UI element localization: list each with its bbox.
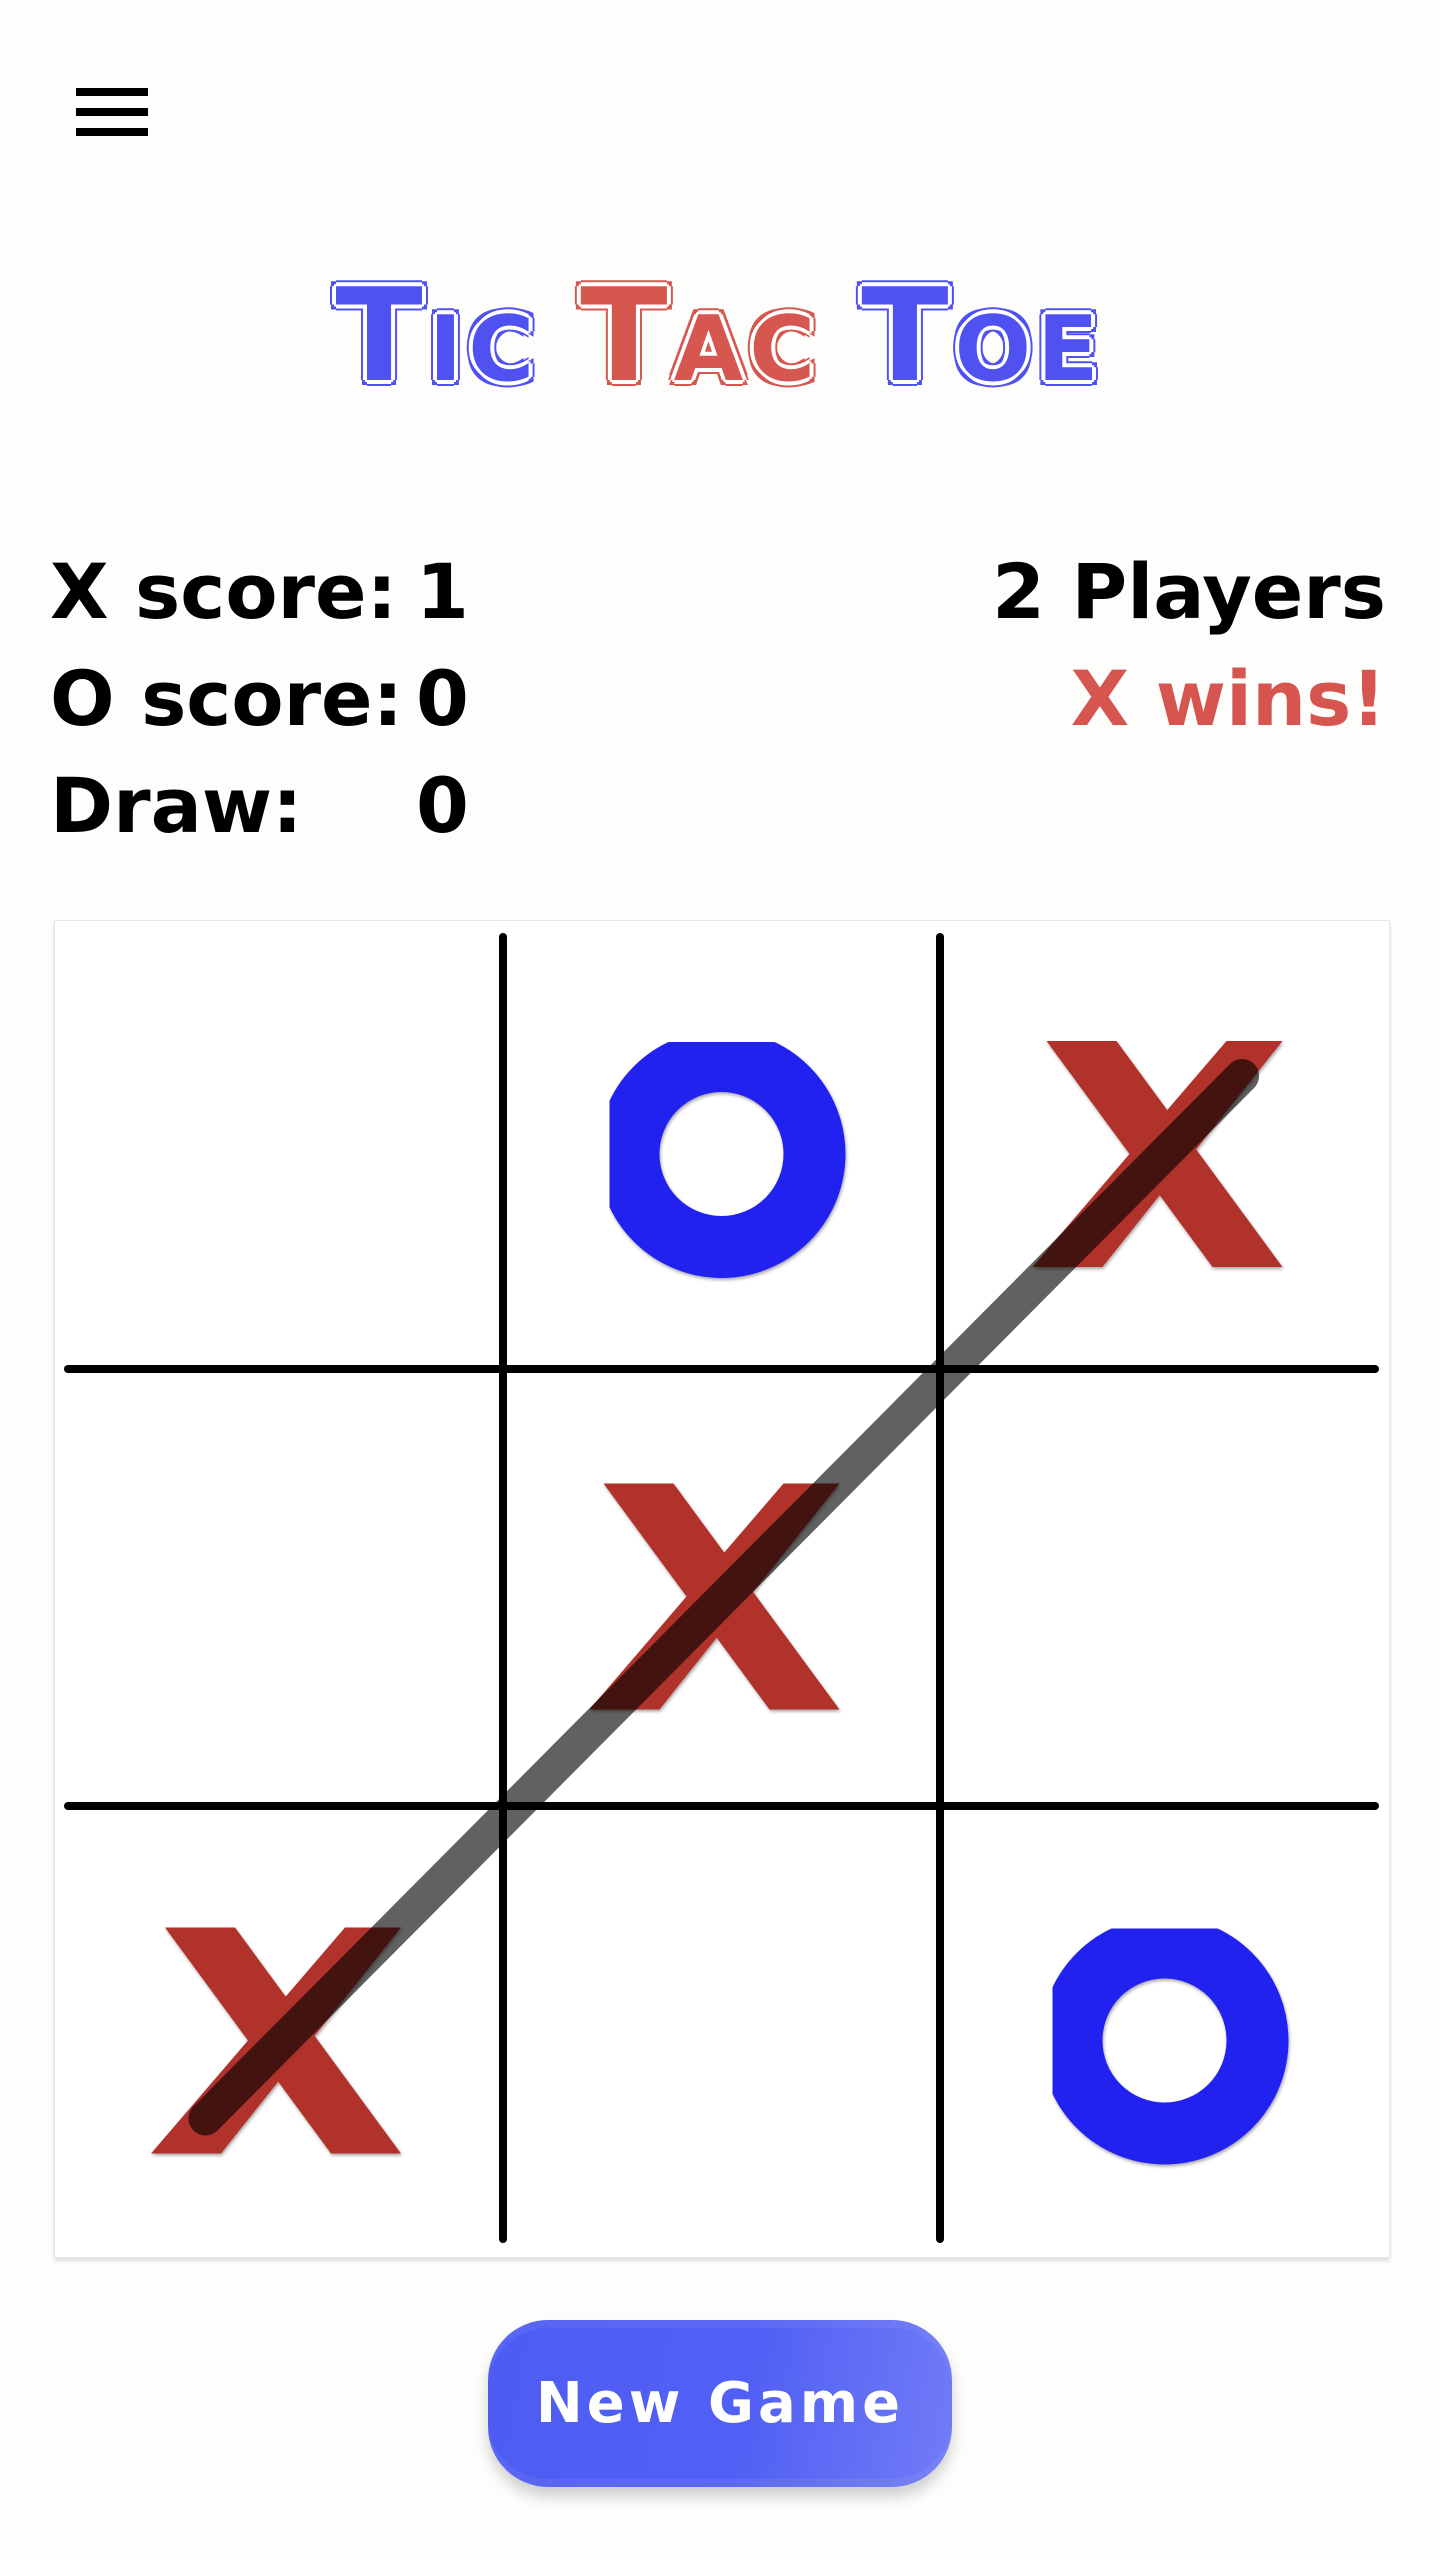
menu-icon-bar <box>76 108 148 116</box>
title-word-tic: Tic <box>335 262 541 411</box>
board-cell-r1-c2[interactable] <box>940 1369 1389 1806</box>
o-score-label: O score: <box>50 654 403 743</box>
game-info: 2 Players X wins! <box>992 538 1386 752</box>
board-cell-r1-c1[interactable] <box>503 1369 940 1806</box>
board-cell-r2-c2[interactable] <box>940 1806 1389 2257</box>
page-title: Tic Tac Toe <box>0 262 1440 412</box>
draw-score-label: Draw: <box>50 761 303 850</box>
board-cell-r0-c1[interactable] <box>503 921 940 1369</box>
player-mode-label: 2 Players <box>992 547 1386 636</box>
board-cell-r0-c0[interactable] <box>55 921 503 1369</box>
draw-score-row: Draw: 0 <box>50 752 516 859</box>
x-score-row: X score: 1 <box>50 538 516 645</box>
menu-icon-bar <box>76 88 148 96</box>
scoreboard: X score: 1 O score: 0 Draw: 0 <box>50 538 516 859</box>
menu-icon-bar <box>76 128 148 136</box>
o-score-row: O score: 0 <box>50 645 516 752</box>
board-cell-r2-c0[interactable] <box>55 1806 503 2257</box>
board-cell-r1-c0[interactable] <box>55 1369 503 1806</box>
game-status: X wins! <box>1070 654 1386 743</box>
draw-score-value: 0 <box>416 761 469 850</box>
x-score-label: X score: <box>50 547 397 636</box>
x-score-value: 1 <box>416 547 469 636</box>
o-score-value: 0 <box>416 654 469 743</box>
title-word-toe: Toe <box>861 262 1105 411</box>
board-cell-r2-c1[interactable] <box>503 1806 940 2257</box>
board-cell-r0-c2[interactable] <box>940 921 1389 1369</box>
hamburger-menu-button[interactable] <box>66 78 158 146</box>
title-word-tac: Tac <box>580 262 822 411</box>
game-board <box>54 920 1390 2258</box>
new-game-button[interactable]: New Game <box>488 2320 952 2487</box>
